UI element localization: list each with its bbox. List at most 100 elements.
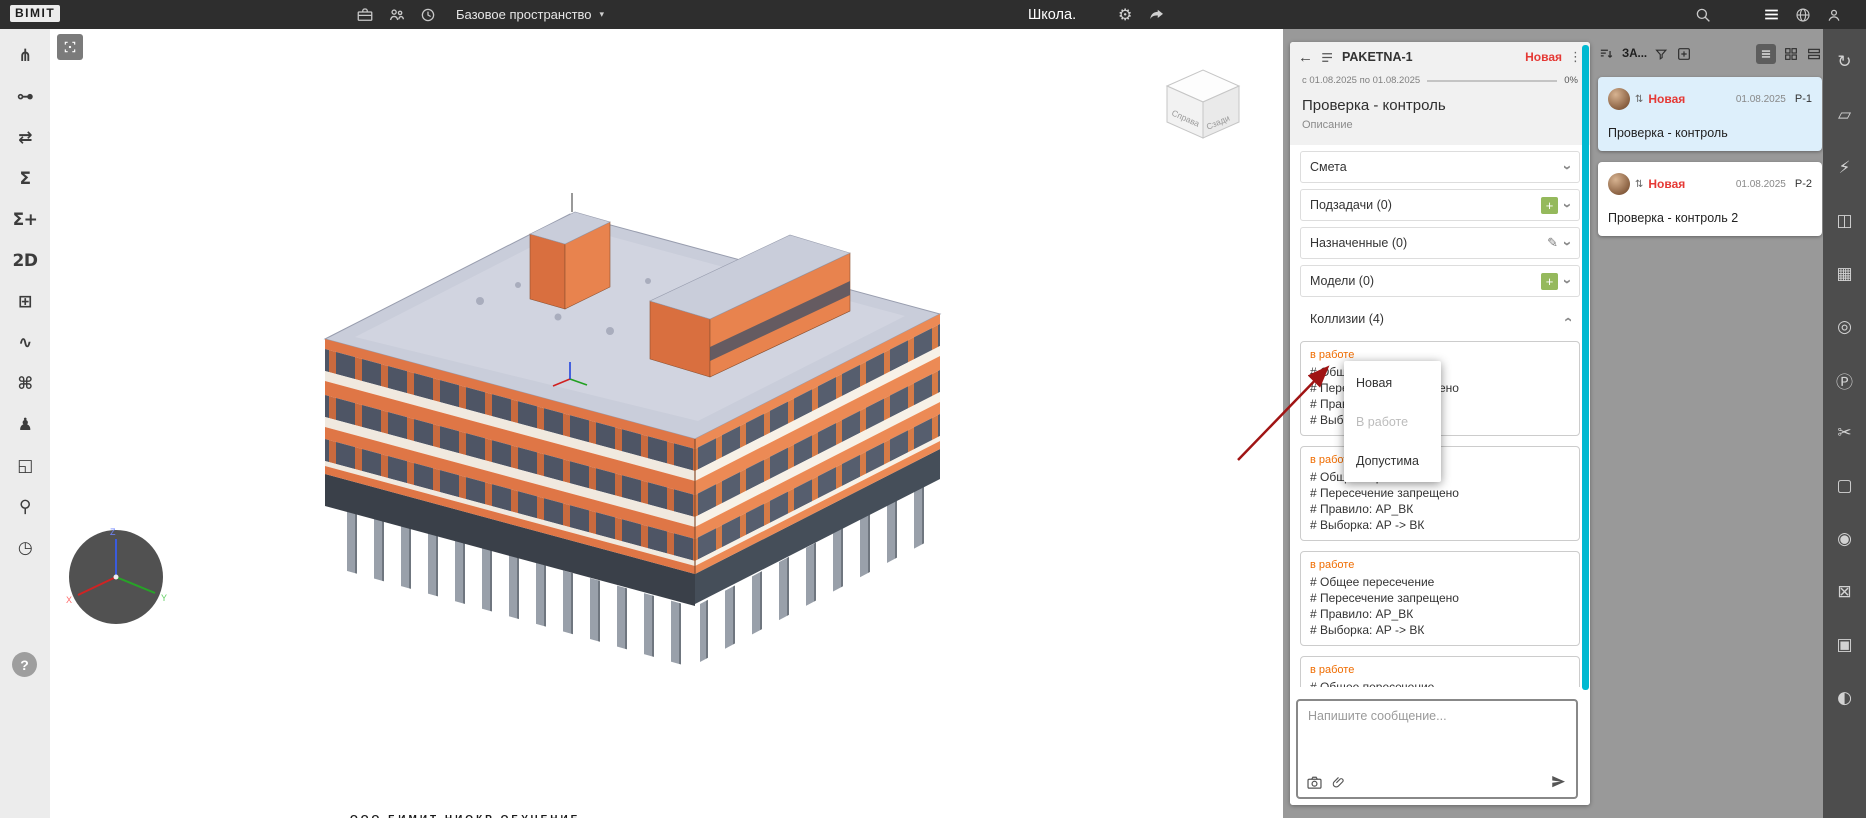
search-icon <box>1694 6 1712 24</box>
view-list-toggle-active[interactable] <box>1756 44 1776 64</box>
task-list-icon <box>1320 50 1335 65</box>
funnel-icon <box>1654 47 1669 62</box>
node-link-icon[interactable]: ⊶ <box>5 77 45 117</box>
task-detail-header-block: ← PAKETNA-1 Новая ⋮ с 01.08.2025 по 01.0… <box>1290 42 1590 145</box>
focus-selection-button[interactable] <box>57 34 83 60</box>
focus-frame-icon <box>63 39 77 55</box>
user-pin-icon[interactable]: ⚲ <box>5 487 45 527</box>
search-button[interactable] <box>1694 0 1712 29</box>
building-model-3d[interactable] <box>50 29 1283 818</box>
task-name: Проверка - контроль <box>1290 86 1590 116</box>
gear-icon: ⚙ <box>1118 5 1132 24</box>
folder-user-icon[interactable]: ◱ <box>5 446 45 486</box>
status-option[interactable]: В работе <box>1344 402 1441 441</box>
topbar: BIMIT Базовое пространство ▾ Школа. ⚙ <box>0 0 1866 29</box>
cut-plane-icon[interactable]: ✂ <box>1828 416 1862 450</box>
model-structure-icon[interactable]: ⋔ <box>5 36 45 76</box>
task-status-badge[interactable]: Новая <box>1525 50 1562 64</box>
collision-line: # Правило: АР_ВК <box>1310 501 1570 517</box>
visibility-icon[interactable]: ◉ <box>1828 522 1862 556</box>
sum-plus-icon[interactable]: Σ+ <box>5 200 45 240</box>
gauge-icon[interactable]: ◷ <box>5 528 45 568</box>
sum-icon[interactable]: Σ <box>5 159 45 199</box>
task-cards: ⇅ Новая 01.08.2025 Р-1 Проверка - контро… <box>1598 77 1822 236</box>
shield-icon[interactable]: ◐ <box>1828 681 1862 715</box>
selection-box-icon[interactable]: ▢ <box>1828 469 1862 503</box>
message-box <box>1296 699 1578 799</box>
progress-percent: 0% <box>1564 75 1578 86</box>
topbar-tools: Базовое пространство ▾ <box>356 0 610 29</box>
kebab-menu-icon[interactable]: ⋮ <box>1569 50 1582 65</box>
view-cube[interactable]: Справа Сзади <box>1155 64 1255 148</box>
section-collisions[interactable]: Коллизии (4) › <box>1300 303 1580 335</box>
axis-z-label: Z <box>110 527 116 537</box>
chevron-down-icon: › <box>1560 279 1575 284</box>
chevron-up-icon: › <box>1560 317 1575 322</box>
viewport-3d[interactable]: Справа Сзади Z X Y ООО БИМИТ НИОКР ОБУЧЕ… <box>50 29 1283 818</box>
sort-button[interactable] <box>1598 46 1615 63</box>
share-button[interactable] <box>1148 0 1166 29</box>
task-card[interactable]: ⇅ Новая 01.08.2025 Р-1 Проверка - контро… <box>1598 77 1822 151</box>
trend-icon[interactable]: ∿ <box>5 323 45 363</box>
task-list-panel: ЗА... ⇅ <box>1598 42 1822 236</box>
panel-scrollbar[interactable] <box>1582 45 1589 690</box>
add-task-button[interactable] <box>1676 46 1692 62</box>
section-box-icon[interactable]: ◫ <box>1828 204 1862 238</box>
toolbox-button[interactable] <box>356 6 374 24</box>
globe-icon <box>1794 6 1812 24</box>
attach-photo-button[interactable] <box>1306 774 1323 791</box>
chevron-down-icon: › <box>1560 241 1575 246</box>
view-grid-toggle[interactable] <box>1783 46 1799 62</box>
add-model-button[interactable]: + <box>1541 273 1558 290</box>
priority-arrows-icon: ⇅ <box>1635 179 1643 190</box>
parking-icon[interactable]: Ⓟ <box>1828 363 1862 397</box>
menu-button[interactable] <box>1762 5 1781 24</box>
history-button[interactable] <box>419 6 437 24</box>
collision-card[interactable]: в работе # Общее пересечение# Пересечени… <box>1300 551 1580 646</box>
status-option[interactable]: Новая <box>1344 363 1441 402</box>
user-icon[interactable]: ♟ <box>5 405 45 445</box>
workspace-selector[interactable]: Базовое пространство ▾ <box>450 6 610 23</box>
team-button[interactable] <box>387 5 406 24</box>
cube-icon[interactable]: ▣ <box>1828 628 1862 662</box>
list-view-icon <box>1759 47 1773 61</box>
history-clock-icon <box>419 6 437 24</box>
status-option[interactable]: Допустима <box>1344 441 1441 480</box>
task-status: Новая <box>1648 92 1685 106</box>
collision-line: # Пересечение запрещено <box>1310 485 1570 501</box>
section-subtasks[interactable]: Подзадачи (0) + › <box>1300 189 1580 221</box>
crossing-arrows-icon[interactable]: ⇄ <box>5 118 45 158</box>
language-button[interactable] <box>1794 6 1812 24</box>
bolt-icon[interactable]: ⚡ <box>1828 151 1862 185</box>
message-input[interactable] <box>1298 701 1576 771</box>
org-chart-icon[interactable]: ⊞ <box>5 282 45 322</box>
help-button[interactable]: ? <box>12 652 37 677</box>
collision-line: # Пересечение запрещено <box>1310 590 1570 606</box>
edit-assignees-button[interactable]: ✎ <box>1547 236 1558 251</box>
chevron-down-icon: › <box>1560 165 1575 170</box>
attach-file-button[interactable] <box>1332 775 1347 790</box>
measure-icon[interactable]: ▱ <box>1828 98 1862 132</box>
profile-button[interactable] <box>1825 6 1843 24</box>
2d-view-icon[interactable]: 2D <box>5 241 45 281</box>
settings-button[interactable]: ⚙ <box>1112 0 1138 29</box>
target-icon[interactable]: ◎ <box>1828 310 1862 344</box>
close-box-icon[interactable]: ⊠ <box>1828 575 1862 609</box>
orbit-icon[interactable]: ↻ <box>1828 45 1862 79</box>
section-models[interactable]: Модели (0) + › <box>1300 265 1580 297</box>
app-logo: BIMIT <box>10 5 60 22</box>
send-button[interactable] <box>1550 773 1568 791</box>
right-toolbar: ↻ ▱ ⚡ ◫ ▦ ◎ Ⓟ ✂ ▢ ◉ ⊠ ▣ <box>1823 29 1866 818</box>
plugin-icon[interactable]: ⌘ <box>5 364 45 404</box>
axis-gizmo[interactable]: Z X Y <box>58 519 174 640</box>
section-estimate[interactable]: Смета › <box>1300 151 1580 183</box>
filter-button[interactable] <box>1654 47 1669 62</box>
add-subtask-button[interactable]: + <box>1541 197 1558 214</box>
section-assignees[interactable]: Назначенные (0) ✎ › <box>1300 227 1580 259</box>
view-rows-toggle[interactable] <box>1806 46 1822 62</box>
grid-icon[interactable]: ▦ <box>1828 257 1862 291</box>
date-range: с 01.08.2025 по 01.08.2025 <box>1302 75 1420 86</box>
task-card[interactable]: ⇅ Новая 01.08.2025 Р-2 Проверка - контро… <box>1598 162 1822 236</box>
back-button[interactable]: ← <box>1298 49 1313 66</box>
axis-x-label: X <box>66 595 72 605</box>
